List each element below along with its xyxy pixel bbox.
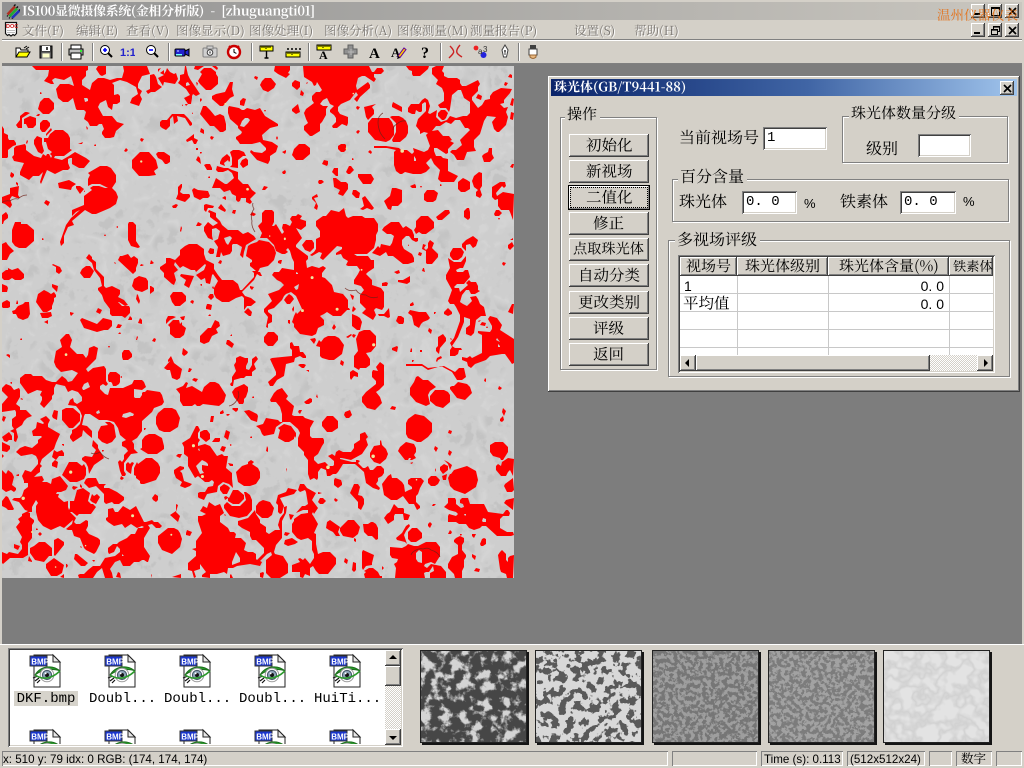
- svg-text:BMP: BMP: [31, 657, 49, 666]
- svg-text:A: A: [319, 48, 328, 60]
- svg-text:BMP: BMP: [256, 657, 274, 666]
- svg-text:1:1: 1:1: [120, 47, 135, 59]
- svg-text:BMP: BMP: [181, 657, 199, 666]
- svg-text:BMP: BMP: [331, 732, 349, 741]
- svg-text:BMP: BMP: [256, 732, 274, 741]
- svg-text:BMP: BMP: [106, 657, 124, 666]
- svg-text:A: A: [369, 46, 380, 60]
- svg-text:BMP: BMP: [31, 732, 49, 741]
- svg-text:BMP: BMP: [331, 657, 349, 666]
- svg-text:BMP: BMP: [181, 732, 199, 741]
- svg-text:BMP: BMP: [106, 732, 124, 741]
- svg-text:3: 3: [483, 45, 488, 54]
- svg-text:DOC: DOC: [6, 24, 18, 30]
- svg-text:?: ?: [421, 45, 429, 60]
